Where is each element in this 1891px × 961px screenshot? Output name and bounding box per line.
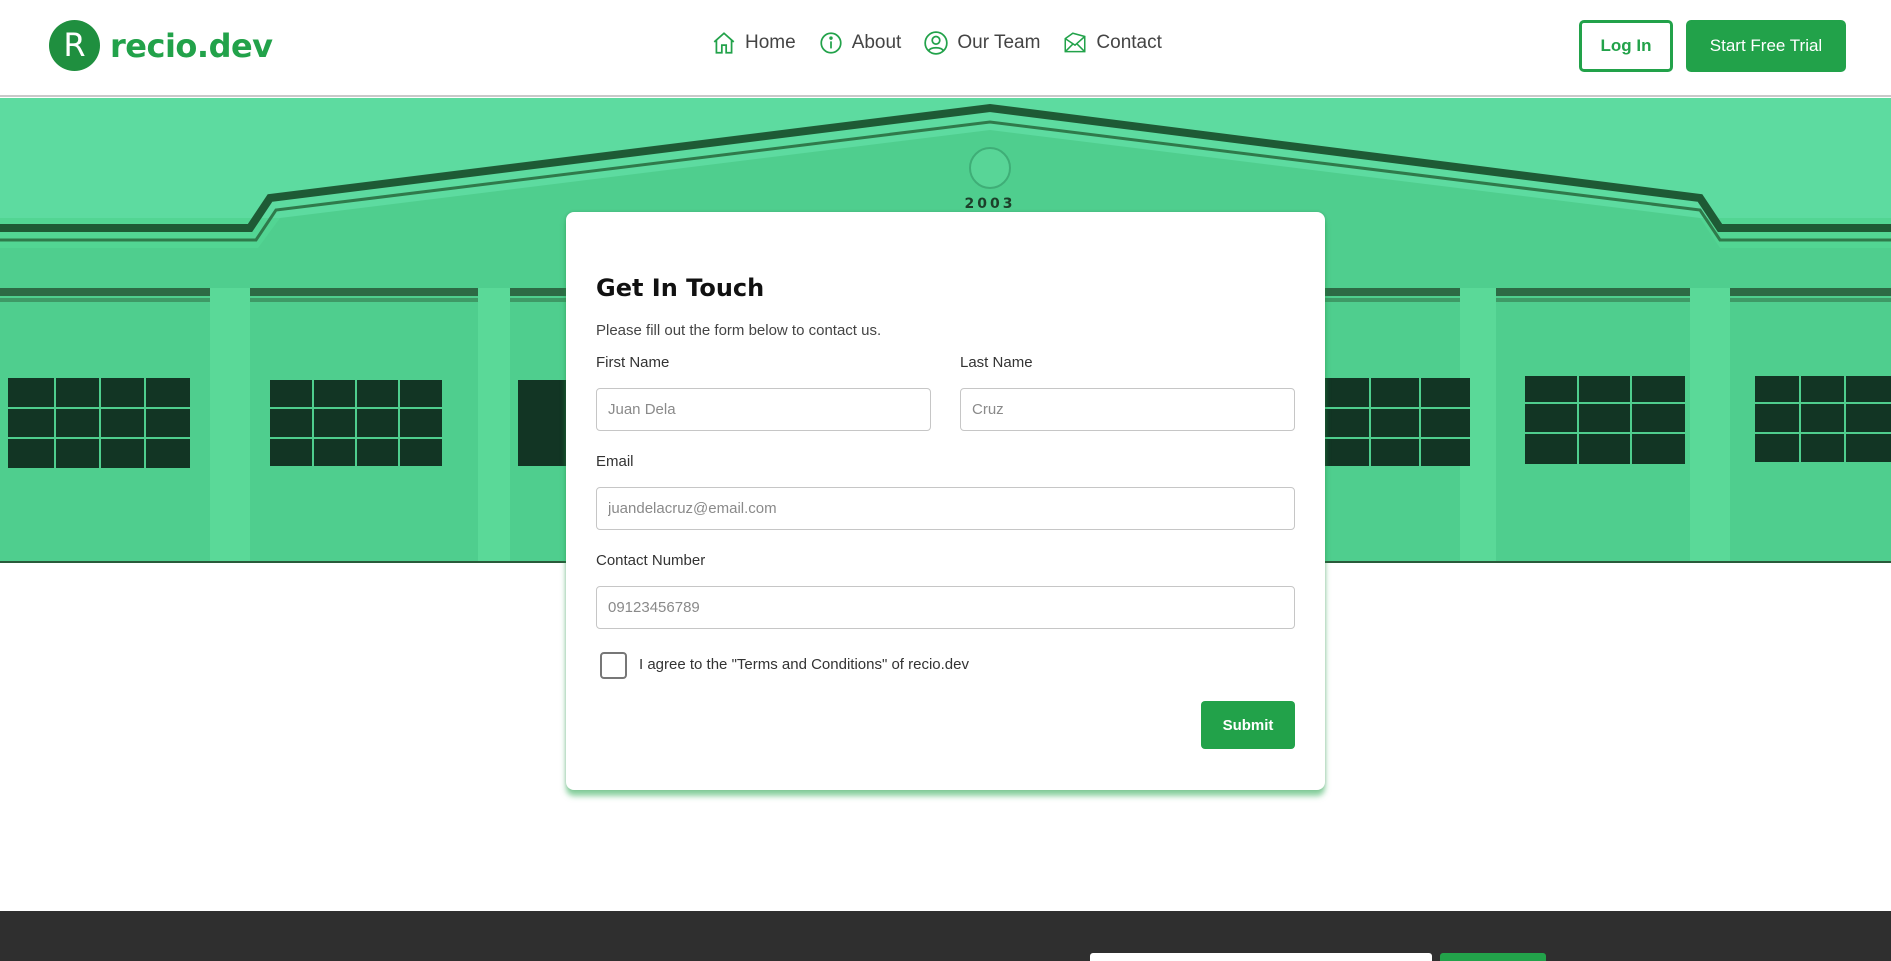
nav-label: About: [851, 32, 902, 53]
first-name-label: First Name: [596, 354, 670, 371]
nav-label: Contact: [1096, 32, 1162, 53]
nav-label: Our Team: [957, 32, 1041, 53]
site-footer: [0, 911, 1891, 961]
year-mark: 2003: [965, 196, 1016, 212]
contact-number-label: Contact Number: [596, 552, 706, 569]
site-header: R recio.dev Home About Our Team Contact …: [0, 0, 1891, 97]
last-name-label: Last Name: [960, 354, 1033, 371]
info-icon: [820, 32, 842, 54]
nav-item-our-team[interactable]: Our Team: [923, 30, 1040, 56]
nav-item-home[interactable]: Home: [711, 30, 796, 56]
first-name-input[interactable]: [596, 388, 931, 431]
terms-checkbox[interactable]: [600, 652, 627, 679]
nav-item-about[interactable]: About: [818, 30, 902, 56]
main-nav: Home About Our Team Contact: [711, 30, 1162, 56]
home-icon: [713, 32, 735, 54]
nav-label: Home: [745, 32, 796, 53]
newsletter-button[interactable]: [1440, 953, 1546, 961]
email-label: Email: [596, 453, 634, 470]
login-button[interactable]: Log In: [1579, 20, 1673, 72]
mail-icon: [1064, 32, 1086, 53]
email-input[interactable]: [596, 487, 1295, 530]
contact-number-input[interactable]: [596, 586, 1295, 629]
submit-button[interactable]: Submit: [1201, 701, 1295, 749]
form-subtitle: Please fill out the form below to contac…: [596, 322, 882, 339]
nav-item-contact[interactable]: Contact: [1062, 30, 1162, 56]
start-free-trial-button[interactable]: Start Free Trial: [1686, 20, 1846, 72]
logo-mark: R: [49, 20, 100, 71]
brand-logo[interactable]: R recio.dev: [49, 20, 273, 71]
newsletter-input[interactable]: [1090, 953, 1432, 961]
brand-name: recio.dev: [110, 26, 273, 65]
user-circle-icon: [924, 31, 949, 55]
terms-label: I agree to the "Terms and Conditions" of…: [639, 656, 969, 673]
contact-form-card: Get In Touch Please fill out the form be…: [566, 212, 1325, 790]
last-name-input[interactable]: [960, 388, 1295, 431]
form-title: Get In Touch: [596, 274, 765, 302]
